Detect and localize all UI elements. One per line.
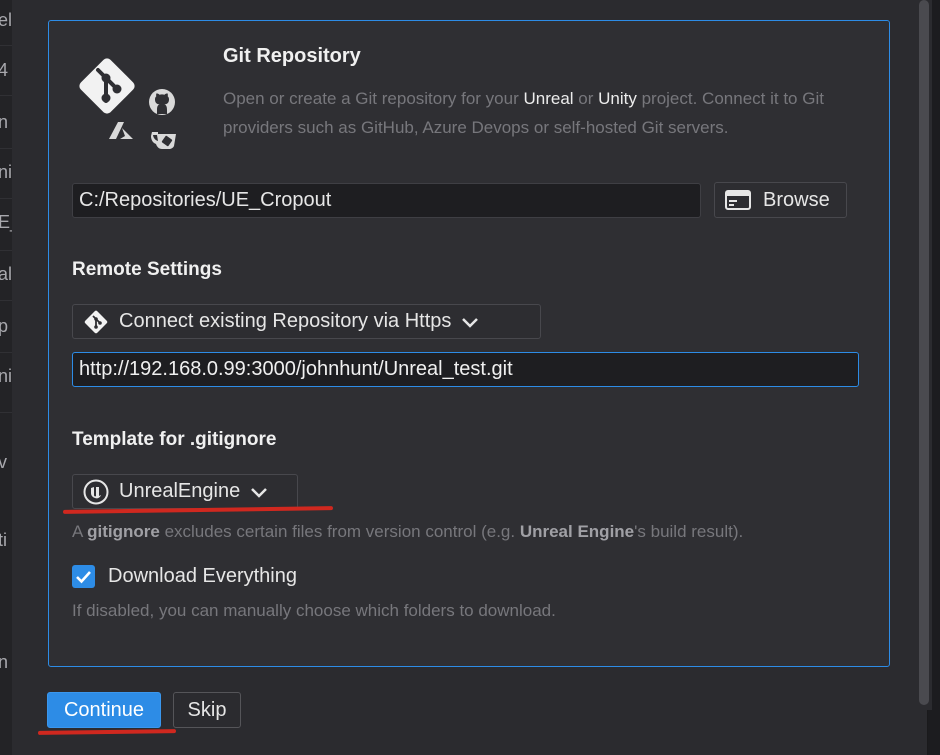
- gitea-icon: [151, 132, 176, 149]
- hint-text: A: [72, 522, 88, 541]
- unreal-engine-icon: [83, 479, 109, 504]
- gitignore-hint: A gitignore excludes certain files from …: [72, 522, 743, 542]
- github-icon: [149, 89, 175, 115]
- download-everything-label[interactable]: Download Everything: [108, 565, 297, 588]
- hint-text: 's build result).: [634, 522, 744, 541]
- background-list: el 4 n ni E_ ali p ni v ti n: [0, 0, 20, 755]
- background-list-fragment: p: [0, 316, 9, 336]
- description-text: or: [573, 89, 599, 108]
- git-icon: [84, 310, 108, 333]
- background-list-fragment: n: [0, 652, 9, 672]
- browse-button[interactable]: Browse: [714, 182, 847, 218]
- background-list-fragment: ti: [0, 530, 7, 550]
- template-value: UnrealEngine: [119, 480, 241, 502]
- dialog-scrollbar[interactable]: [917, 0, 932, 710]
- skip-button[interactable]: Skip: [173, 692, 241, 728]
- hint-text: excludes certain files from version cont…: [159, 522, 520, 541]
- background-list-fragment: n: [0, 112, 9, 132]
- browse-button-label: Browse: [763, 188, 830, 211]
- folder-browse-icon: [725, 190, 751, 210]
- git-logo-icon: [79, 58, 135, 114]
- checkmark-icon: [76, 570, 91, 583]
- chevron-down-icon: [251, 487, 268, 498]
- gitignore-template-heading: Template for .gitignore: [72, 429, 277, 450]
- description-text: Open or create a Git repository for your: [223, 89, 524, 108]
- scrollbar-thumb[interactable]: [919, 0, 929, 705]
- remote-settings-heading: Remote Settings: [72, 259, 222, 280]
- remote-mode-value: Connect existing Repository via Https: [119, 310, 452, 332]
- unreal-engine-term: Unreal Engine: [519, 522, 635, 541]
- background-list-fragment: el: [0, 10, 13, 30]
- background-list-fragment: ni: [0, 162, 13, 182]
- gitignore-template-dropdown[interactable]: UnrealEngine: [72, 474, 298, 509]
- card-title: Git Repository: [223, 45, 361, 67]
- download-hint: If disabled, you can manually choose whi…: [72, 601, 556, 620]
- remote-url-input[interactable]: http://192.168.0.99:3000/johnhunt/Unreal…: [72, 352, 859, 387]
- unity-highlight: Unity: [598, 89, 637, 108]
- remote-mode-dropdown[interactable]: Connect existing Repository via Https: [72, 304, 541, 339]
- card-description: Open or create a Git repository for your…: [223, 84, 863, 142]
- gitignore-term: gitignore: [87, 522, 160, 541]
- download-everything-checkbox[interactable]: [72, 565, 95, 588]
- background-list-fragment: 4: [0, 60, 9, 80]
- unreal-highlight: Unreal: [523, 89, 574, 108]
- chevron-down-icon: [462, 317, 479, 328]
- background-list-fragment: ni: [0, 366, 13, 386]
- azure-devops-icon: [109, 122, 133, 139]
- background-list-fragment: v: [0, 452, 7, 472]
- continue-button[interactable]: Continue: [47, 692, 161, 728]
- repository-path-input[interactable]: C:/Repositories/UE_Cropout: [72, 183, 701, 218]
